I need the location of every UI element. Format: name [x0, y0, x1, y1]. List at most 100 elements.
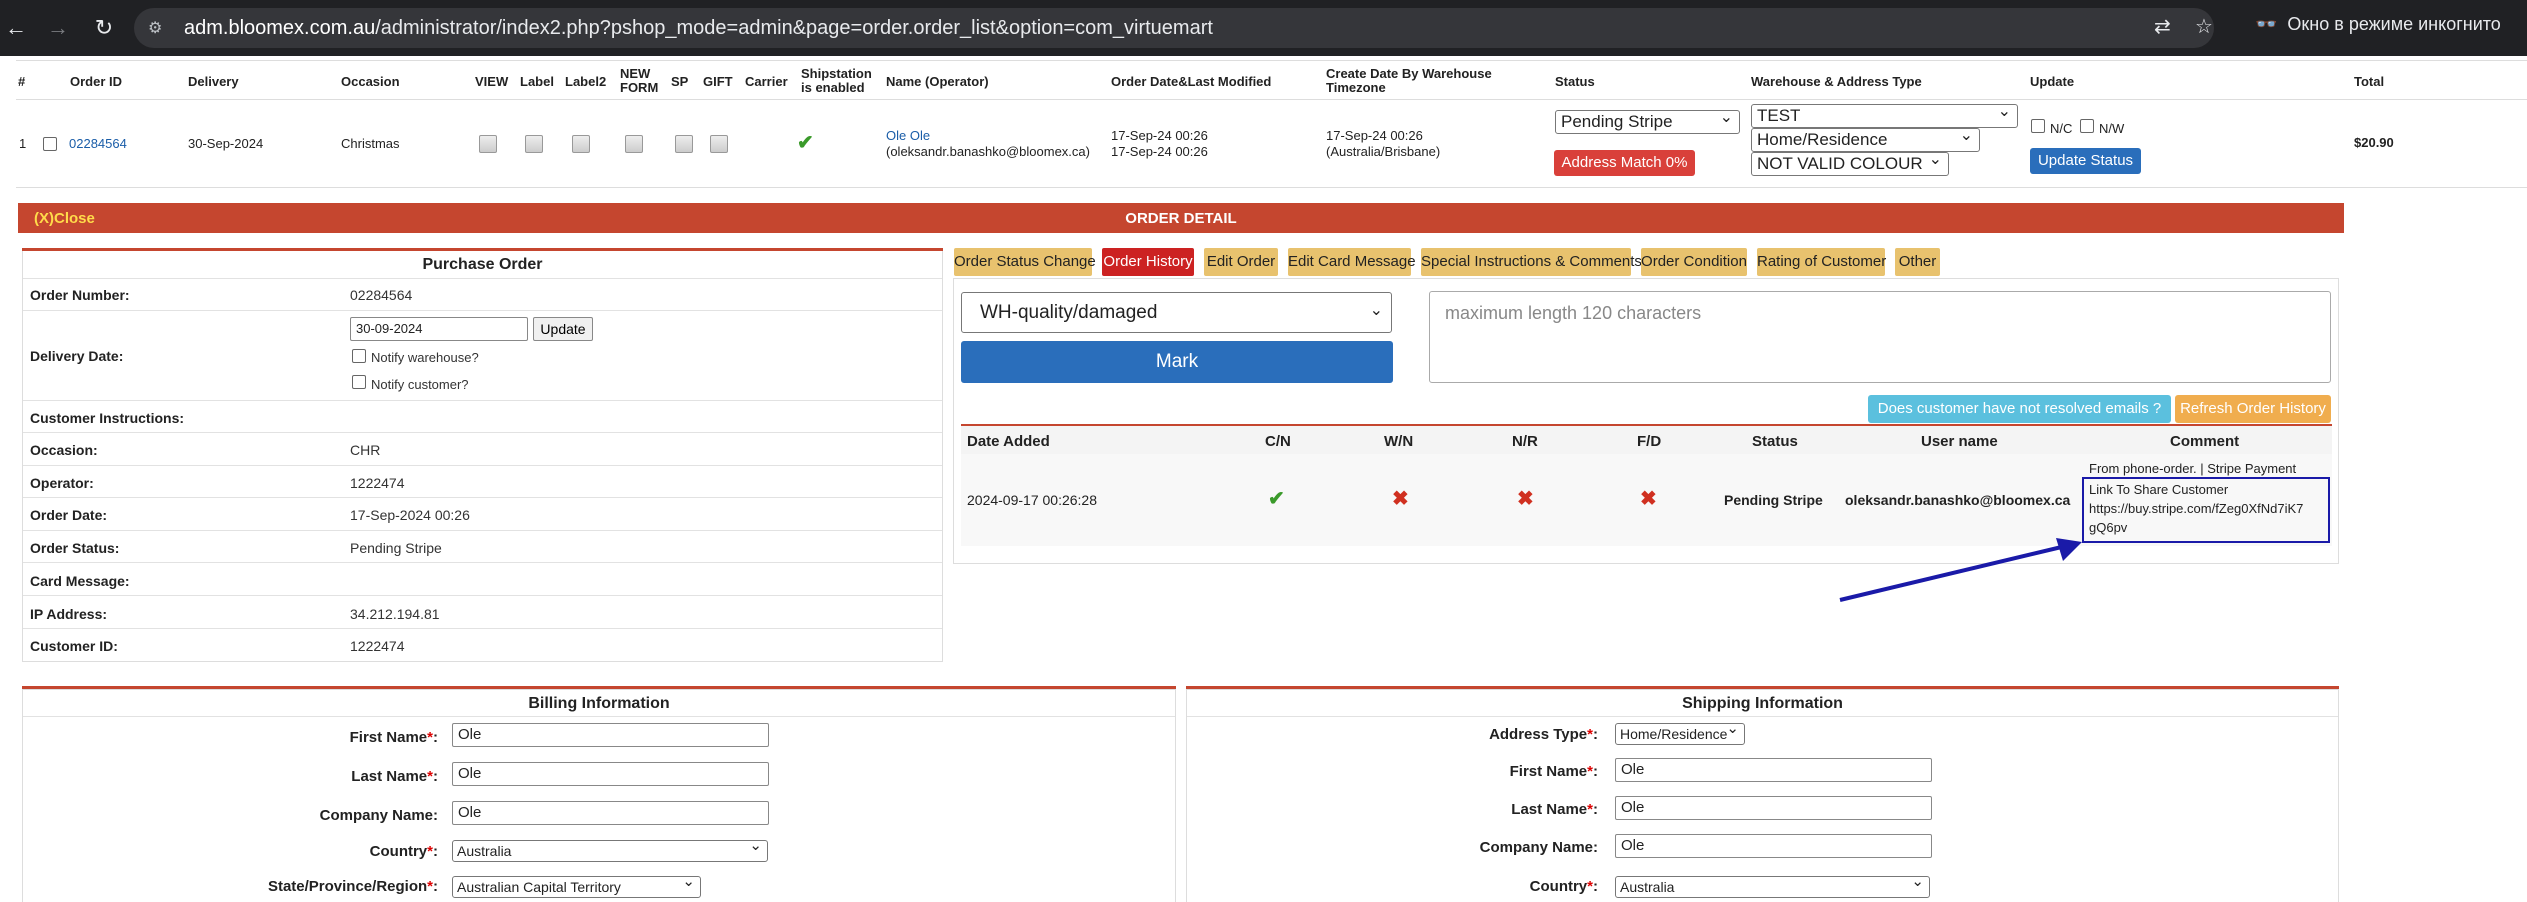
- tab-special-instructions[interactable]: Special Instructions & Comments: [1421, 248, 1642, 276]
- billing-country-select[interactable]: Australia: [452, 840, 768, 862]
- divider: [16, 99, 2527, 100]
- unresolved-emails-button[interactable]: Does customer have not resolved emails ?: [1868, 395, 2171, 423]
- billing-first-name-input[interactable]: Ole: [452, 723, 769, 747]
- back-icon[interactable]: ←: [2, 14, 30, 42]
- order-date-label: Order Date:: [30, 507, 108, 523]
- incognito-indicator[interactable]: 👓 Окно в режиме инкогнито: [2255, 14, 2501, 35]
- cn-check-icon: ✔: [1268, 488, 1285, 510]
- notify-warehouse-label: Notify warehouse?: [371, 350, 479, 365]
- translate-icon[interactable]: ⇄: [2154, 14, 2171, 39]
- shipping-country-select[interactable]: Australia: [1615, 876, 1930, 898]
- url-text: adm.bloomex.com.au/administrator/index2.…: [184, 17, 1213, 39]
- shipping-address-type-select[interactable]: Home/Residence: [1615, 723, 1745, 745]
- nw-label: N/W: [2099, 121, 2125, 136]
- occasion: Christmas: [341, 136, 400, 151]
- shipping-first-name-input[interactable]: Ole: [1615, 758, 1932, 782]
- address-bar[interactable]: ⚙ adm.bloomex.com.au/administrator/index…: [134, 8, 2214, 48]
- tab-rating-of-customer[interactable]: Rating of Customer: [1757, 248, 1886, 276]
- notify-customer-label: Notify customer?: [371, 377, 469, 392]
- reload-icon[interactable]: ↻: [90, 14, 118, 42]
- status-select[interactable]: Pending Stripe: [1555, 110, 1740, 134]
- notify-warehouse-checkbox[interactable]: [352, 349, 366, 363]
- label2-icon[interactable]: [572, 135, 590, 153]
- shipping-last-name-label: Last Name*:: [1511, 801, 1598, 818]
- col-delivery: Delivery: [188, 74, 239, 89]
- order-total: $20.90: [2354, 135, 2394, 150]
- col-num: #: [18, 74, 26, 89]
- notify-customer-checkbox[interactable]: [352, 375, 366, 389]
- row-select-checkbox[interactable]: [43, 137, 57, 151]
- gift-icon[interactable]: [710, 135, 728, 153]
- view-icon[interactable]: [479, 135, 497, 153]
- col-cn: C/N: [1265, 433, 1291, 450]
- divider: [23, 278, 942, 279]
- col-shipstation: Shipstation is enabled: [801, 66, 872, 95]
- operator-email: (oleksandr.banashko@bloomex.ca): [886, 144, 1090, 159]
- billing-company-input[interactable]: Ole: [452, 801, 769, 825]
- tab-edit-card-message[interactable]: Edit Card Message: [1288, 248, 1416, 276]
- nw-checkbox[interactable]: [2080, 119, 2094, 133]
- reason-select[interactable]: WH-quality/damaged ⌄: [961, 292, 1392, 333]
- operator-label: Operator:: [30, 475, 94, 491]
- tab-order-history[interactable]: Order History: [1102, 248, 1194, 276]
- bookmark-star-icon[interactable]: ☆: [2195, 14, 2213, 39]
- customer-name-link[interactable]: Ole Ole: [886, 128, 930, 143]
- tab-edit-order[interactable]: Edit Order: [1204, 248, 1278, 276]
- col-view: VIEW: [475, 74, 509, 89]
- tab-order-condition[interactable]: Order Condition: [1641, 248, 1747, 276]
- tab-other[interactable]: Other: [1895, 248, 1940, 276]
- history-comment-line1: From phone-order. | Stripe Payment: [2089, 461, 2297, 476]
- label-icon[interactable]: [525, 135, 543, 153]
- wn-cross-icon: ✖: [1392, 488, 1409, 510]
- col-new-form: NEW FORM: [620, 66, 659, 95]
- forward-icon[interactable]: →: [44, 14, 72, 42]
- delivery-update-button[interactable]: Update: [533, 317, 593, 341]
- order-detail-bar: (X)Close ORDER DETAIL: [18, 203, 2344, 233]
- shipping-company-input[interactable]: Ole: [1615, 834, 1932, 858]
- col-status: Status: [1752, 433, 1798, 450]
- delivery-date-input[interactable]: 30-09-2024: [350, 317, 528, 341]
- panel-title: Purchase Order: [422, 256, 543, 273]
- delivery-date-label: Delivery Date:: [30, 348, 124, 364]
- tab-order-status-change[interactable]: Order Status Change: [954, 248, 1096, 276]
- divider: [23, 530, 942, 531]
- col-occasion: Occasion: [341, 74, 400, 89]
- billing-last-name-input[interactable]: Ole: [452, 762, 769, 786]
- col-status: Status: [1555, 74, 1595, 89]
- address-match-button[interactable]: Address Match 0%: [1554, 150, 1695, 176]
- colour-select[interactable]: NOT VALID COLOUR: [1751, 152, 1949, 176]
- col-user-name: User name: [1921, 433, 1998, 450]
- divider: [23, 310, 942, 311]
- nc-checkbox[interactable]: [2031, 119, 2045, 133]
- sp-icon[interactable]: [675, 135, 693, 153]
- update-status-button[interactable]: Update Status: [2030, 148, 2141, 174]
- shipstation-check-icon: ✔: [797, 132, 814, 154]
- customer-instructions-label: Customer Instructions:: [30, 410, 185, 426]
- panel-top-border: [22, 248, 943, 251]
- refresh-history-button[interactable]: Refresh Order History: [2175, 395, 2331, 423]
- shipping-last-name-input[interactable]: Ole: [1615, 796, 1932, 820]
- nc-label: N/C: [2050, 121, 2073, 136]
- incognito-icon: 👓: [2255, 14, 2278, 34]
- warehouse-select[interactable]: TEST: [1751, 104, 2018, 128]
- divider: [1187, 716, 2338, 717]
- comment-textarea[interactable]: maximum length 120 characters: [1429, 291, 2331, 383]
- row-number: 1: [19, 136, 27, 151]
- mark-button[interactable]: Mark: [961, 341, 1393, 383]
- billing-state-select[interactable]: Australian Capital Territory: [452, 876, 701, 898]
- col-sp: SP: [671, 74, 689, 89]
- col-warehouse: Warehouse & Address Type: [1751, 74, 1922, 89]
- col-update: Update: [2030, 74, 2075, 89]
- divider: [23, 432, 942, 433]
- divider: [23, 628, 942, 629]
- order-date: 17-Sep-24 00:26: [1111, 128, 1208, 143]
- col-wn: W/N: [1384, 433, 1414, 450]
- order-date-value: 17-Sep-2024 00:26: [350, 507, 470, 523]
- col-name-operator: Name (Operator): [886, 74, 989, 89]
- site-settings-icon[interactable]: ⚙: [148, 18, 168, 38]
- order-id-link[interactable]: 02284564: [69, 136, 127, 151]
- address-type-select[interactable]: Home/Residence: [1751, 128, 1980, 152]
- ip-address-label: IP Address:: [30, 606, 108, 622]
- modified-date: 17-Sep-24 00:26: [1111, 144, 1208, 159]
- new-form-icon[interactable]: [625, 135, 643, 153]
